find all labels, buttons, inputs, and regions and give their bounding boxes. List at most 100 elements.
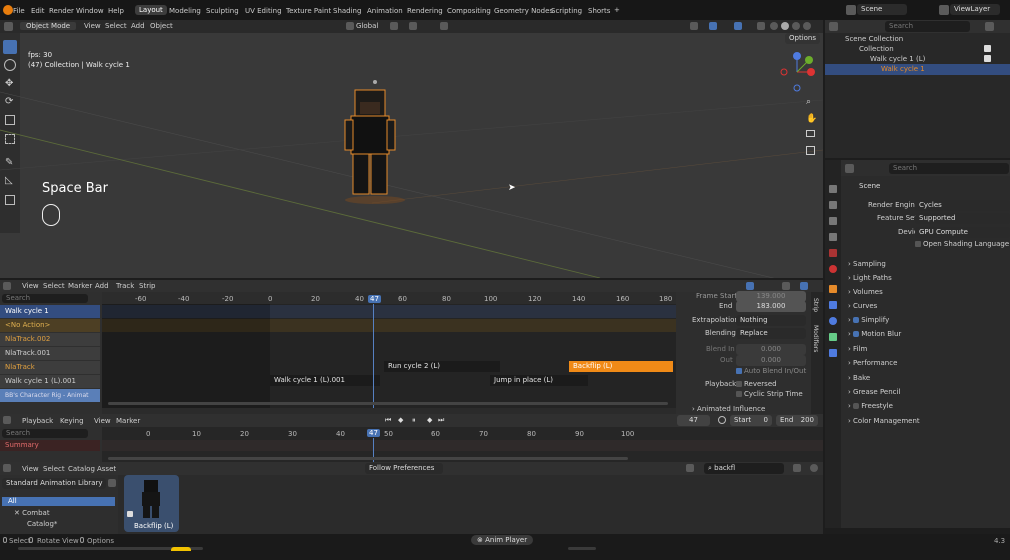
outliner-row[interactable]: Scene Collection (825, 34, 1010, 44)
filter-icon[interactable] (985, 22, 994, 31)
feature-set-select[interactable]: Supported (915, 213, 1010, 224)
refresh-icon[interactable] (108, 479, 116, 487)
tab-shading[interactable]: Shading (333, 7, 361, 15)
add-workspace-button[interactable]: + (614, 6, 620, 14)
panel-curves[interactable]: › Curves (848, 299, 877, 313)
menu-keying[interactable]: Keying (60, 417, 84, 425)
panel-color-management[interactable]: › Color Management (848, 414, 920, 428)
view-layer-selector[interactable]: ViewLayer (950, 4, 1000, 15)
tool-tab-icon[interactable] (829, 185, 837, 193)
frame-end-field[interactable]: 183.000 (736, 301, 806, 312)
tab-scripting[interactable]: Scripting (551, 7, 582, 15)
snap-icon[interactable] (800, 282, 808, 290)
filter-icon[interactable] (793, 464, 801, 472)
strip-walk-cycle-l-001[interactable]: Walk cycle 1 (L).001 (270, 375, 380, 386)
menu-file[interactable]: File (13, 7, 25, 15)
checkbox-checked-icon[interactable] (853, 317, 860, 323)
timeline-search[interactable]: Search (2, 429, 88, 438)
tab-texture-paint[interactable]: Texture Paint (286, 7, 331, 15)
physics-tab-icon[interactable] (829, 317, 837, 325)
blend-in-field[interactable]: 0.000 (736, 344, 806, 355)
menu-playback[interactable]: Playback (22, 417, 53, 425)
pause-icon[interactable]: ⏸ (412, 416, 416, 425)
panel-motion-blur[interactable]: › Motion Blur (848, 327, 901, 341)
filter-icon[interactable] (782, 282, 790, 290)
animated-influence-panel[interactable]: › Animated Influence (692, 405, 765, 413)
strip-backflip[interactable]: Backflip (L) (569, 361, 673, 372)
constraint-tab-icon[interactable] (829, 333, 837, 341)
track-no-action[interactable]: <No Action> (0, 319, 100, 332)
settings-icon[interactable] (810, 464, 818, 472)
only-selected-icon[interactable] (746, 282, 754, 290)
timeline-scrollbar[interactable] (108, 457, 628, 460)
close-icon[interactable]: ⊗ (477, 536, 485, 544)
library-select[interactable]: Standard Animation Library (2, 478, 106, 489)
cyclic-checkbox[interactable] (736, 391, 742, 397)
character-rig[interactable] (335, 80, 415, 210)
nla-menu-select[interactable]: Select (43, 282, 65, 290)
properties-editor-icon[interactable] (845, 164, 854, 173)
panel-film[interactable]: › Film (848, 342, 867, 356)
asset-menu-select[interactable]: Select (43, 465, 65, 473)
strip-jump-in-place[interactable]: Jump in place (L) (490, 375, 588, 386)
pan-icon[interactable]: ✋ (806, 114, 817, 124)
panel-light-paths[interactable]: › Light Paths (848, 271, 892, 285)
track-nlatrack-001[interactable]: NlaTrack.001 (0, 347, 100, 360)
auto-blend-checkbox[interactable] (736, 368, 742, 374)
track-nlatrack-002[interactable]: NlaTrack.002 (0, 333, 100, 346)
asset-menu-asset[interactable]: Asset (97, 465, 116, 473)
outliner-search[interactable]: Search (885, 21, 970, 32)
nla-menu-marker[interactable]: Marker (68, 282, 92, 290)
asset-editor-icon[interactable] (3, 464, 11, 472)
tab-geometry-nodes[interactable]: Geometry Nodes (494, 7, 553, 15)
checkbox-icon[interactable] (853, 403, 860, 409)
nla-playhead-frame[interactable]: 47 (368, 295, 381, 303)
output-tab-icon[interactable] (829, 217, 837, 225)
render-tab-icon[interactable] (829, 201, 837, 209)
nla-menu-strip[interactable]: Strip (139, 282, 155, 290)
nla-search[interactable]: Search (2, 294, 88, 303)
object-tab-icon[interactable] (829, 285, 837, 293)
ortho-toggle-icon[interactable] (806, 146, 815, 155)
menu-render[interactable]: Render (49, 7, 74, 15)
asset-menu-catalog[interactable]: Catalog (68, 465, 95, 473)
next-keyframe-icon[interactable]: ◆ (427, 416, 432, 424)
track-walk-cycle-l-001[interactable]: Walk cycle 1 (L).001 (0, 375, 100, 388)
nla-menu-view[interactable]: View (22, 282, 39, 290)
nla-menu-add[interactable]: Add (95, 282, 109, 290)
tab-animation[interactable]: Animation (367, 7, 403, 15)
follow-preferences-select[interactable]: Follow Preferences (365, 463, 443, 474)
jump-end-icon[interactable]: ⏭ (438, 416, 444, 425)
menu-marker[interactable]: Marker (116, 417, 140, 425)
outliner-row-selected[interactable]: Walk cycle 1 (825, 64, 1010, 75)
checkbox-checked-icon[interactable] (853, 331, 860, 337)
reversed-checkbox[interactable] (736, 381, 742, 387)
track-walk-cycle[interactable]: Walk cycle 1 (0, 305, 100, 318)
tab-sculpting[interactable]: Sculpting (206, 7, 239, 15)
summary-channel[interactable]: Summary (0, 440, 100, 451)
outliner-editor-icon[interactable] (829, 22, 838, 31)
anim-player-badge[interactable]: ⊗ Anim Player (471, 535, 534, 545)
nla-scrollbar[interactable] (108, 402, 668, 405)
nla-ruler[interactable]: -60 -40 -20 0 20 40 60 80 100 120 140 16… (102, 292, 676, 304)
timeline-keys[interactable]: 0 10 20 30 40 47 50 60 70 80 90 100 (102, 427, 823, 462)
tab-shorts[interactable]: Shorts (588, 7, 610, 15)
menu-edit[interactable]: Edit (31, 7, 45, 15)
tab-layout[interactable]: Layout (135, 5, 167, 15)
timeline-playhead-frame[interactable]: 47 (367, 429, 380, 437)
current-frame-field[interactable]: 47 (677, 415, 710, 426)
panel-volumes[interactable]: › Volumes (848, 285, 883, 299)
osl-checkbox[interactable] (915, 241, 921, 247)
modifier-tab-icon[interactable] (829, 301, 837, 309)
track-character-rig[interactable]: BB's Character Rig - Animat (0, 389, 100, 402)
navigation-gizmo[interactable] (775, 50, 823, 100)
blending-select[interactable]: Replace (736, 328, 806, 339)
timeline-editor-icon[interactable] (3, 416, 11, 424)
catalog-combat[interactable]: ✕ Combat (14, 509, 50, 518)
blender-logo-icon[interactable] (3, 5, 13, 15)
tab-uv-editing[interactable]: UV Editing (245, 7, 282, 15)
checkbox-icon[interactable] (984, 55, 991, 62)
menu-window[interactable]: Window (76, 7, 104, 15)
start-frame-field[interactable]: Start 0 (730, 415, 772, 426)
outliner-row[interactable]: Walk cycle 1 (L) (825, 54, 1010, 64)
